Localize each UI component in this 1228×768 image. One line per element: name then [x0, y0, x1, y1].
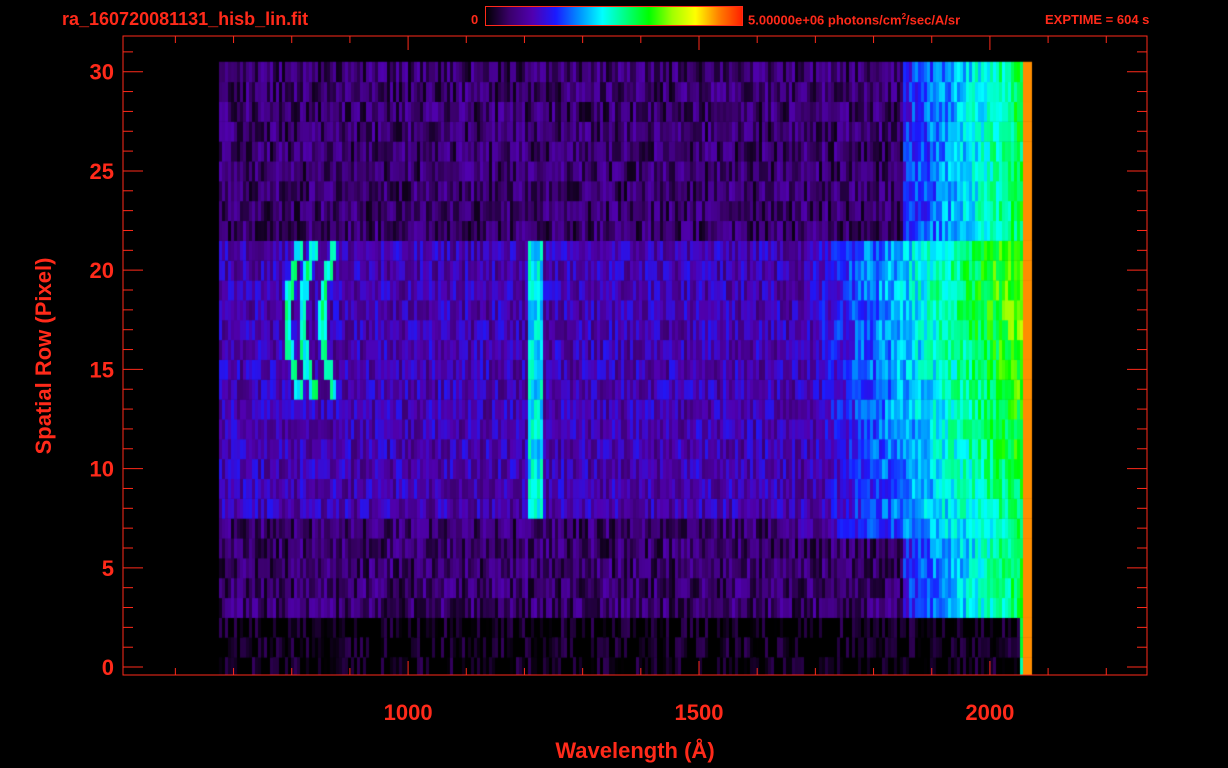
y-tick-label: 25 — [90, 159, 114, 184]
spectrum-chart: 1000 1500 2000051015202530 Wavelength (Å) … — [31, 35, 1148, 763]
x-tick-label: 1000 — [384, 700, 433, 725]
spectrum-heatmap — [123, 36, 1147, 675]
y-tick-label: 0 — [102, 655, 114, 680]
y-axis-label: Spatial Row (Pixel) — [31, 258, 56, 455]
heatmap-raster — [123, 36, 1147, 675]
y-tick-label: 10 — [90, 457, 114, 482]
x-axis-label: Wavelength (Å) — [555, 737, 714, 763]
y-tick-label: 30 — [90, 60, 114, 85]
y-tick-label: 20 — [90, 258, 114, 283]
x-tick-label: 2000 — [965, 700, 1014, 725]
y-tick-label: 15 — [90, 357, 114, 382]
y-tick-label: 5 — [102, 556, 114, 581]
x-tick-label: 1500 — [675, 700, 724, 725]
spectrum-figure: ra_160720081131_hisb_lin.fit 0 5.00000e+… — [0, 0, 1228, 768]
